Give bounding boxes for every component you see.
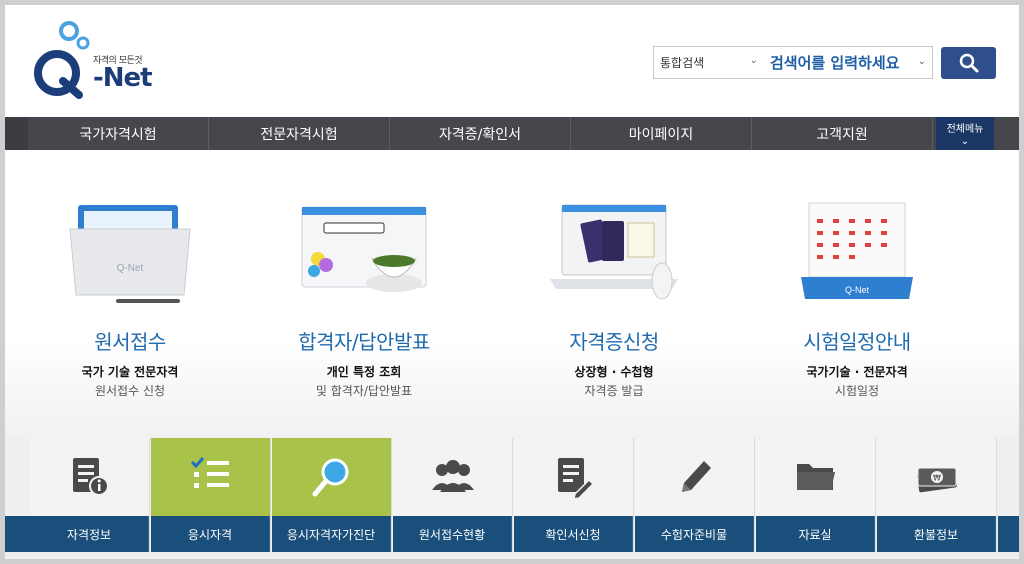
tile-description: 자격증 발급 [584, 384, 644, 398]
browser-balloon-illustration [294, 195, 434, 310]
quick-item-label: 자료실 [756, 516, 875, 552]
quick-menu-edge-right [998, 438, 1019, 552]
tile-schedule[interactable]: Q-Net 시험일정안내 국가기술 · 전문자격 시험일정 [732, 150, 982, 438]
tile-subtitle: 상장형 · 수첩형 [574, 365, 654, 379]
logo-text: -Net [93, 63, 153, 93]
info-document-icon [72, 458, 109, 496]
svg-text:Q-Net: Q-Net [117, 263, 144, 274]
quick-item-qual-info[interactable]: 자격정보 [30, 438, 150, 552]
nav-item-national-exam[interactable]: 국가자격시험 [28, 117, 209, 150]
quick-item-confirmation[interactable]: 확인서신청 [514, 438, 634, 552]
quick-item-label: 원서접수현황 [393, 516, 512, 552]
tile-title: 합격자/답안발표 [298, 330, 430, 354]
tile-title: 원서접수 [94, 330, 166, 354]
tile-subtitle: 개인 특정 조회 [326, 365, 402, 379]
quick-item-refund[interactable]: ₩ 환불정보 [877, 438, 997, 552]
quick-item-archive[interactable]: 자료실 [756, 438, 876, 552]
quick-menu: 자격정보 응시자격 응시자격자가진단 원서접수현황 확인서신청 수험자준비물 자… [5, 438, 1019, 559]
laptop-passport-illustration [544, 195, 684, 310]
quick-menu-edge-left [5, 438, 30, 552]
quick-item-label: 환불정보 [877, 516, 996, 552]
search-category-select[interactable]: 통합검색 ⌄ [654, 47, 764, 78]
page-frame: 자격의 모든것 -Net 통합검색 ⌄ 검색어를 입력하세요 ⌄ 국가자격시험 … [0, 0, 1024, 564]
nav-item-professional-exam[interactable]: 전문자격시험 [209, 117, 390, 150]
quick-item-label: 수험자준비물 [635, 516, 754, 552]
header: 자격의 모든것 -Net 통합검색 ⌄ 검색어를 입력하세요 ⌄ [5, 5, 1019, 117]
magnifier-icon [312, 458, 348, 497]
chevron-down-icon: ⌄ [917, 56, 926, 67]
tile-subtitle: 국가 기술 전문자격 [81, 365, 179, 379]
nav-item-certificate[interactable]: 자격증/확인서 [390, 117, 571, 150]
tile-application[interactable]: Q-Net 원서접수 국가 기술 전문자격 원서접수 신청 [5, 150, 255, 438]
nav-edge [5, 117, 28, 150]
svg-text:Q-Net: Q-Net [845, 285, 870, 295]
document-edit-icon [557, 458, 594, 500]
tile-results[interactable]: 합격자/답안발표 개인 특정 조회 및 합격자/답안발표 [239, 150, 489, 438]
folder-illustration: Q-Net [60, 195, 200, 310]
main-nav: 국가자격시험 전문자격시험 자격증/확인서 마이페이지 고객지원 전체메뉴 ⌄ [5, 117, 1019, 150]
tile-description: 및 합격자/답안발표 [315, 384, 413, 398]
tile-description: 시험일정 [834, 384, 880, 398]
chevron-down-icon: ⌄ [749, 55, 758, 66]
pencil-icon [681, 461, 711, 492]
search-button[interactable] [941, 47, 996, 79]
quick-item-label: 응시자격자가진단 [272, 516, 391, 552]
service-tiles: Q-Net 원서접수 국가 기술 전문자격 원서접수 신청 합격자/답안발표 개… [5, 150, 1019, 438]
qnet-logo[interactable]: 자격의 모든것 -Net [29, 19, 159, 99]
tile-title: 시험일정안내 [803, 330, 911, 354]
quick-item-exam-supplies[interactable]: 수험자준비물 [635, 438, 755, 552]
checklist-icon [190, 457, 229, 488]
search-box: 통합검색 ⌄ 검색어를 입력하세요 ⌄ [653, 46, 933, 79]
tile-description: 원서접수 신청 [94, 384, 166, 398]
quick-item-application-status[interactable]: 원서접수현황 [393, 438, 513, 552]
folder-icon [796, 464, 835, 490]
quick-item-label: 확인서신청 [514, 516, 633, 552]
people-icon [431, 460, 474, 492]
all-menu-button[interactable]: 전체메뉴 ⌄ [936, 117, 994, 150]
chevron-down-icon: ⌄ [960, 136, 970, 147]
quick-item-label: 자격정보 [30, 516, 149, 552]
calendar-illustration: Q-Net [787, 195, 927, 310]
search-input[interactable]: 검색어를 입력하세요 [770, 52, 899, 73]
quick-item-label: 응시자격 [151, 516, 270, 552]
nav-item-support[interactable]: 고객지원 [752, 117, 933, 150]
money-icon: ₩ [916, 467, 957, 493]
search-icon [959, 53, 978, 73]
quick-item-self-diagnosis[interactable]: 응시자격자가진단 [272, 438, 392, 552]
svg-text:₩: ₩ [933, 474, 941, 483]
tile-certificate[interactable]: 자격증신청 상장형 · 수첩형 자격증 발급 [489, 150, 739, 438]
quick-item-eligibility[interactable]: 응시자격 [151, 438, 271, 552]
nav-item-mypage[interactable]: 마이페이지 [571, 117, 752, 150]
tile-subtitle: 국가기술 · 전문자격 [806, 365, 908, 379]
search-category-value: 통합검색 [660, 56, 705, 70]
all-menu-label: 전체메뉴 [946, 124, 984, 135]
tile-title: 자격증신청 [569, 330, 659, 354]
